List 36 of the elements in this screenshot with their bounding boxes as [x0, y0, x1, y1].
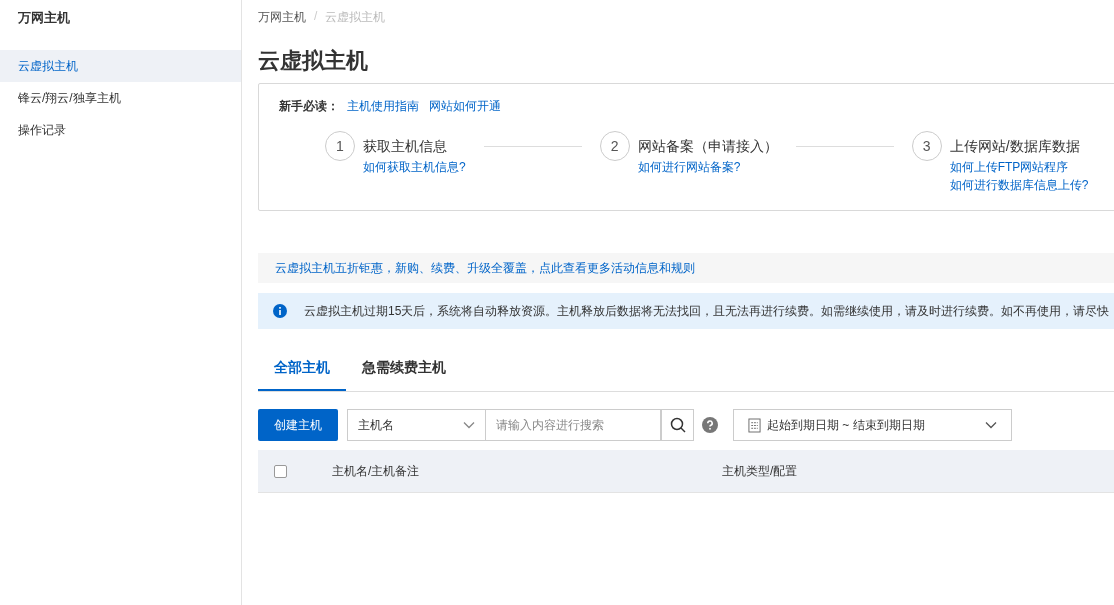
calendar-icon	[748, 417, 761, 433]
select-all-checkbox[interactable]	[274, 464, 287, 478]
notice-text: 云虚拟主机过期15天后，系统将自动释放资源。主机释放后数据将无法找回，且无法再进行续费。如需继续使用，请及时进行续费。如不再使用，请尽快	[304, 302, 1110, 320]
step-link[interactable]: 如何进行数据库信息上传?	[949, 178, 1089, 192]
step-title: 上传网站/数据库数据	[949, 137, 1081, 156]
step-title: 获取主机信息	[363, 137, 448, 156]
search-button[interactable]	[661, 409, 694, 441]
step-link[interactable]: 如何进行网站备案?	[637, 160, 778, 174]
step-link[interactable]: 如何获取主机信息?	[363, 160, 466, 174]
tab[interactable]: 全部主机	[258, 345, 346, 391]
tab[interactable]: 急需续费主机	[346, 345, 462, 391]
date-range-picker[interactable]: 起始到期日期 ~ 结束到期日期	[733, 409, 1012, 441]
column-header: 主机类型/配置	[722, 462, 798, 480]
guide-label: 新手必读：	[279, 98, 339, 115]
help-icon[interactable]	[702, 417, 718, 433]
column-header: 主机名/主机备注	[332, 462, 421, 480]
step-title: 网站备案（申请接入）	[637, 137, 778, 156]
sidebar-title: 万网主机	[17, 9, 71, 27]
breadcrumb-item: 云虚拟主机	[325, 9, 386, 26]
guide-link[interactable]: 网站如何开通	[429, 98, 501, 115]
create-button[interactable]: 创建主机	[258, 409, 338, 441]
chevron-down-icon	[985, 421, 997, 429]
search-field[interactable]: 请输入内容进行搜索	[486, 409, 661, 441]
guide-link[interactable]: 主机使用指南	[347, 98, 419, 115]
promo-link[interactable]: 云虚拟主机五折钜惠，新购、续费、升级全覆盖，点此查看更多活动信息和规则	[275, 259, 695, 277]
page-title: 云虚拟主机	[258, 47, 369, 75]
filter-dropdown[interactable]: 主机名	[347, 409, 486, 441]
breadcrumb-item[interactable]: 万网主机	[258, 9, 306, 29]
step-link[interactable]: 如何上传FTP网站程序	[949, 160, 1089, 174]
info-icon	[273, 304, 287, 318]
chevron-down-icon	[463, 421, 475, 429]
sidebar-item[interactable]: 锋云/翔云/独享主机	[0, 82, 241, 114]
breadcrumb-separator: /	[314, 9, 318, 25]
sidebar-item[interactable]: 操作记录	[0, 114, 241, 146]
search-icon	[669, 417, 686, 433]
sidebar-item[interactable]: 云虚拟主机	[0, 50, 241, 82]
